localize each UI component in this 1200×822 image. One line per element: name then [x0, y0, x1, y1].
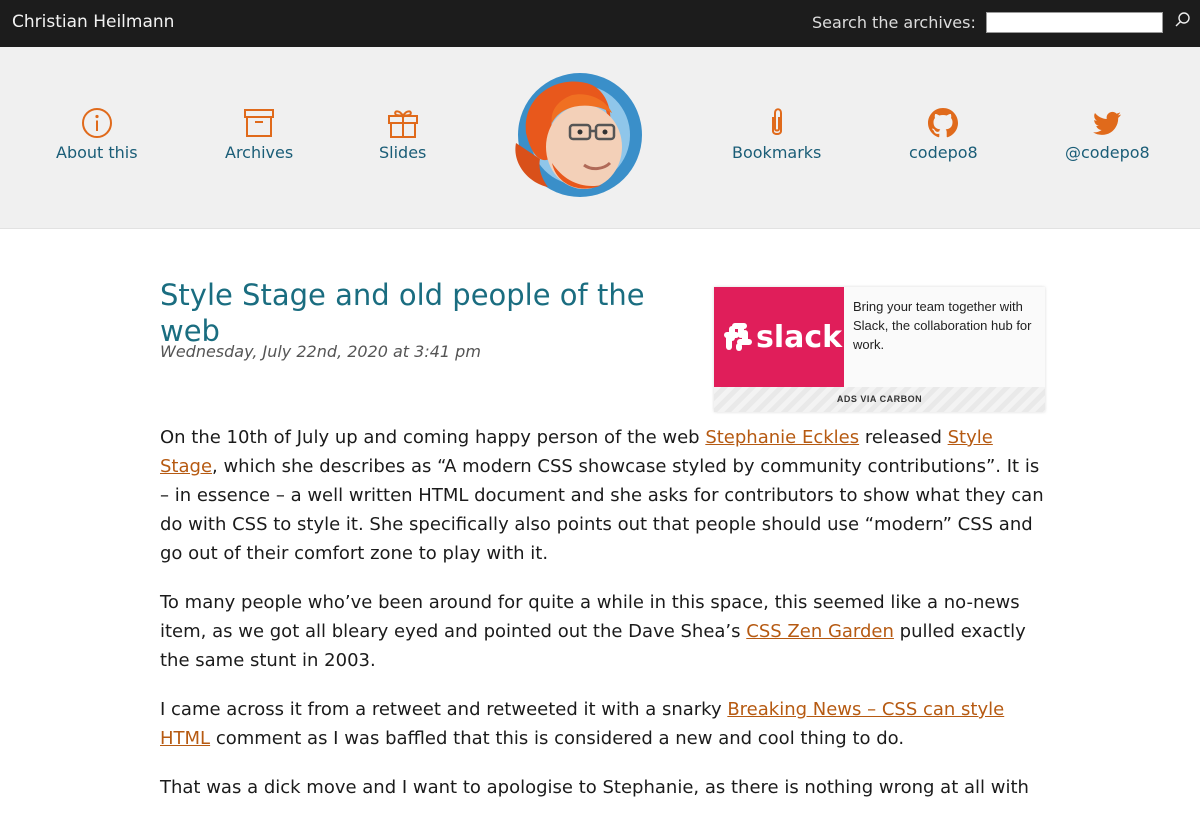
post-date: Wednesday, July 22nd, 2020 at 3:41 pm — [160, 342, 481, 361]
search-label: Search the archives: — [812, 13, 976, 32]
css-zen-garden-link[interactable]: CSS Zen Garden — [746, 621, 894, 642]
text-segment: I came across it from a retweet and retw… — [160, 699, 728, 720]
avatar[interactable] — [512, 73, 644, 197]
nav-label-bookmarks: Bookmarks — [732, 143, 822, 162]
paperclip-icon — [771, 108, 782, 135]
text-segment: On the 10th of July up and coming happy … — [160, 427, 706, 448]
nav-item-about[interactable]: About this — [56, 107, 138, 162]
nav-item-slides[interactable]: Slides — [379, 107, 426, 162]
paragraph-4: That was a dick move and I want to apolo… — [160, 773, 1046, 802]
nav-item-github[interactable]: codepo8 — [909, 107, 978, 162]
gift-icon — [387, 110, 418, 138]
text-segment: released — [859, 427, 948, 448]
nav-label-github: codepo8 — [909, 143, 978, 162]
slack-logo[interactable]: slack — [714, 287, 844, 387]
ad-text[interactable]: Bring your team together with Slack, the… — [853, 297, 1038, 354]
nav-item-twitter[interactable]: @codepo8 — [1065, 107, 1150, 162]
text-segment: , which she describes as “A modern CSS s… — [160, 456, 1044, 564]
twitter-icon — [1093, 111, 1122, 135]
search-input[interactable] — [986, 12, 1163, 33]
nav-band: About this Archives Slides Bookmarks cod… — [0, 47, 1200, 229]
search-icon[interactable] — [1174, 11, 1192, 29]
paragraph-2: To many people who’ve been around for qu… — [160, 588, 1046, 675]
slack-logo-text: slack — [756, 320, 843, 355]
text-segment: That was a dick move and I want to apolo… — [160, 777, 1029, 798]
top-bar: Christian Heilmann Search the archives: — [0, 0, 1200, 47]
nav-label-slides: Slides — [379, 143, 427, 162]
text-segment: comment as I was baffled that this is co… — [210, 728, 905, 749]
info-icon — [81, 108, 112, 138]
archive-box-icon — [244, 109, 275, 137]
post-title[interactable]: Style Stage and old people of the web — [160, 277, 700, 349]
github-icon — [928, 108, 959, 138]
nav-item-archives[interactable]: Archives — [225, 107, 293, 162]
site-title-link[interactable]: Christian Heilmann — [12, 12, 174, 32]
paragraph-3: I came across it from a retweet and retw… — [160, 695, 1046, 753]
paragraph-1: On the 10th of July up and coming happy … — [160, 423, 1046, 568]
carbon-ad[interactable]: slack Bring your team together with Slac… — [714, 287, 1045, 412]
nav-label-about: About this — [56, 143, 138, 162]
nav-label-twitter: @codepo8 — [1065, 143, 1150, 162]
stephanie-eckles-link[interactable]: Stephanie Eckles — [705, 427, 859, 448]
ads-via-carbon-link[interactable]: ADS VIA CARBON — [714, 387, 1045, 412]
nav-item-bookmarks[interactable]: Bookmarks — [732, 107, 821, 162]
post-body: On the 10th of July up and coming happy … — [160, 423, 1046, 822]
nav-label-archives: Archives — [225, 143, 294, 162]
